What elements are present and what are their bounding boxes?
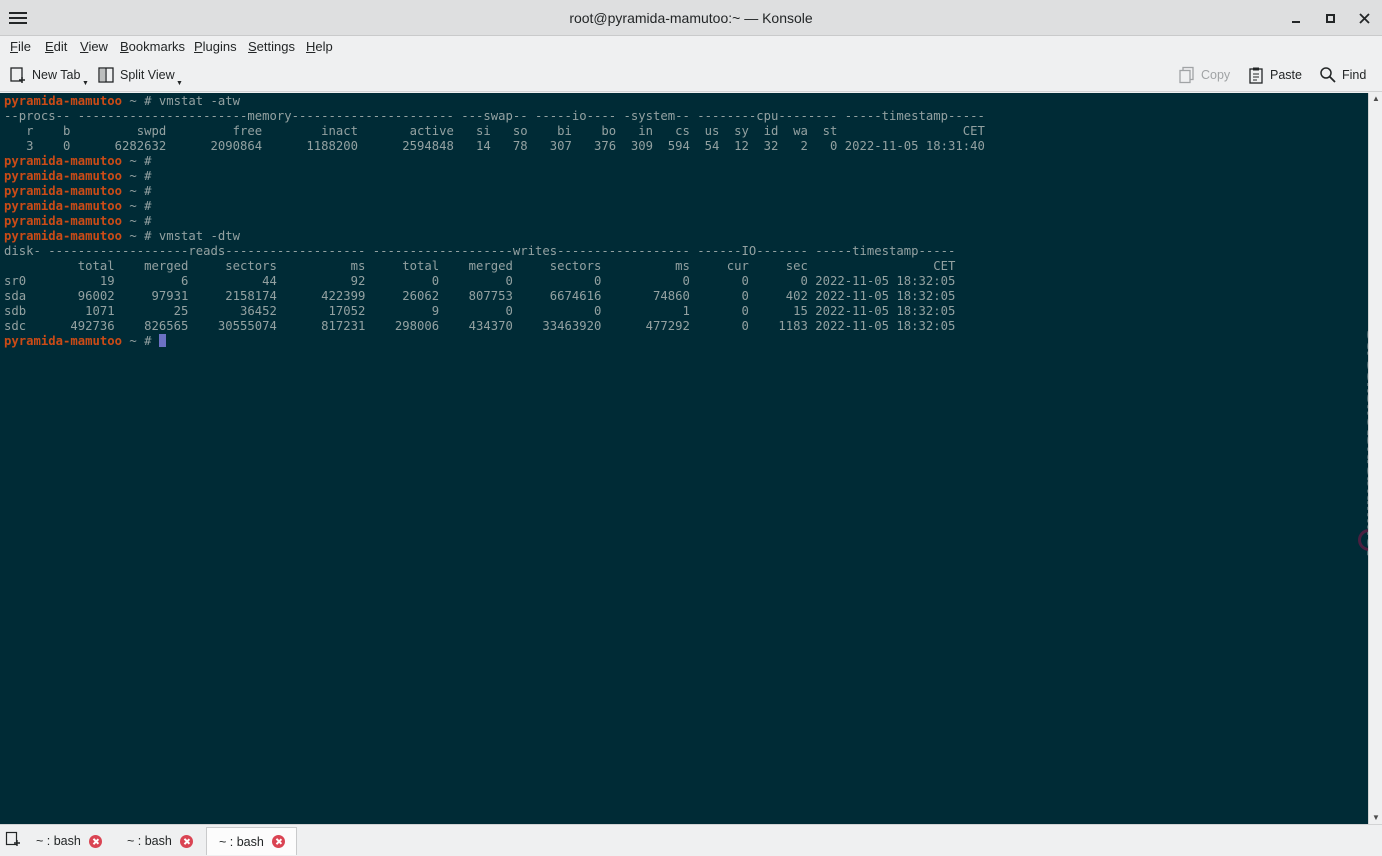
menu-file[interactable]: File xyxy=(10,39,31,54)
split-view-button[interactable]: Split View xyxy=(97,65,175,85)
prompt-host: pyramida-mamutoo xyxy=(4,334,123,348)
copy-icon xyxy=(1178,66,1196,84)
scroll-down-icon[interactable]: ▼ xyxy=(1372,813,1380,822)
paste-icon xyxy=(1247,66,1265,84)
prompt-host: pyramida-mamutoo xyxy=(4,184,123,198)
tab-label: ~ : bash xyxy=(127,834,172,848)
prompt-suffix: ~ # xyxy=(122,199,159,213)
disk-row: sr0 19 6 44 92 0 0 0 0 0 0 2022-11-05 18… xyxy=(4,274,956,288)
tab-bar: ~ : bash ~ : bash ~ : bash xyxy=(0,824,1382,856)
prompt-suffix: ~ # xyxy=(122,214,159,228)
split-view-icon xyxy=(97,66,115,84)
close-icon[interactable] xyxy=(1354,8,1374,28)
vmstat-header-groups: --procs-- -----------------------memory-… xyxy=(4,109,985,123)
find-button[interactable]: Find xyxy=(1319,65,1366,85)
paste-button[interactable]: Paste xyxy=(1247,65,1302,85)
prompt-host: pyramida-mamutoo xyxy=(4,229,123,243)
tab-bash-1[interactable]: ~ : bash xyxy=(24,827,114,855)
text-cursor xyxy=(158,334,166,347)
close-tab-icon[interactable] xyxy=(88,834,102,848)
new-tab-icon xyxy=(9,66,27,84)
menu-plugins[interactable]: Plugins xyxy=(194,39,237,54)
find-icon xyxy=(1319,66,1337,84)
scroll-up-icon[interactable]: ▲ xyxy=(1372,94,1380,103)
new-tab-icon[interactable] xyxy=(5,831,21,847)
disk-row: sdb 1071 25 36452 17052 9 0 0 1 0 15 202… xyxy=(4,304,956,318)
terminal-view[interactable]: pyramida-mamutoo ~ # vmstat -atw --procs… xyxy=(0,93,1368,824)
close-tab-icon[interactable] xyxy=(179,834,193,848)
menu-view[interactable]: View xyxy=(80,39,108,54)
prompt-suffix: ~ # xyxy=(122,154,159,168)
disk-row: sda 96002 97931 2158174 422399 26062 807… xyxy=(4,289,956,303)
command-text: vmstat -atw xyxy=(158,94,241,108)
tab-bash-2[interactable]: ~ : bash xyxy=(115,827,205,855)
prompt-host: pyramida-mamutoo xyxy=(4,199,123,213)
menu-settings[interactable]: Settings xyxy=(248,39,295,54)
minimize-icon[interactable] xyxy=(1286,8,1306,28)
prompt-host: pyramida-mamutoo xyxy=(4,214,123,228)
disk-header-groups: disk- -------------------reads----------… xyxy=(4,244,956,258)
prompt-host: pyramida-mamutoo xyxy=(4,94,123,108)
new-tab-button[interactable]: New Tab xyxy=(9,65,80,85)
menu-help[interactable]: Help xyxy=(306,39,333,54)
new-tab-dropdown-icon[interactable]: ▼ xyxy=(82,80,89,87)
prompt-suffix: ~ # xyxy=(122,229,159,243)
title-bar: root@pyramida-mamutoo:~ — Konsole xyxy=(0,0,1382,36)
tab-label: ~ : bash xyxy=(219,834,264,849)
prompt-host: pyramida-mamutoo xyxy=(4,154,123,168)
tab-bash-3[interactable]: ~ : bash xyxy=(206,827,297,855)
window-title: root@pyramida-mamutoo:~ — Konsole xyxy=(569,10,813,26)
toolbar: New Tab ▼ Split View ▼ Copy Paste Find xyxy=(0,58,1382,92)
command-text: vmstat -dtw xyxy=(158,229,241,243)
vmstat-header-columns: r b swpd free inact active si so bi bo i… xyxy=(4,124,985,138)
menu-bar: File Edit View Bookmarks Plugins Setting… xyxy=(0,36,1382,58)
prompt-suffix: ~ # xyxy=(122,334,159,348)
prompt-host: pyramida-mamutoo xyxy=(4,169,123,183)
terminal-scrollbar[interactable]: ▲ ▼ xyxy=(1368,93,1382,824)
prompt-suffix: ~ # xyxy=(122,169,159,183)
menu-bookmarks[interactable]: Bookmarks xyxy=(120,39,185,54)
vmstat-row: 3 0 6282632 2090864 1188200 2594848 14 7… xyxy=(4,139,985,153)
prompt-suffix: ~ # xyxy=(122,94,159,108)
terminal-output: pyramida-mamutoo ~ # vmstat -atw --procs… xyxy=(0,93,1368,349)
maximize-icon[interactable] xyxy=(1320,8,1340,28)
copy-button[interactable]: Copy xyxy=(1178,65,1230,85)
prompt-suffix: ~ # xyxy=(122,184,159,198)
disk-header-columns: total merged sectors ms total merged sec… xyxy=(4,259,956,273)
disk-row: sdc 492736 826565 30555074 817231 298006… xyxy=(4,319,956,333)
close-tab-icon[interactable] xyxy=(271,835,285,848)
tab-label: ~ : bash xyxy=(36,834,81,848)
split-view-dropdown-icon[interactable]: ▼ xyxy=(176,80,183,87)
menu-edit[interactable]: Edit xyxy=(45,39,67,54)
